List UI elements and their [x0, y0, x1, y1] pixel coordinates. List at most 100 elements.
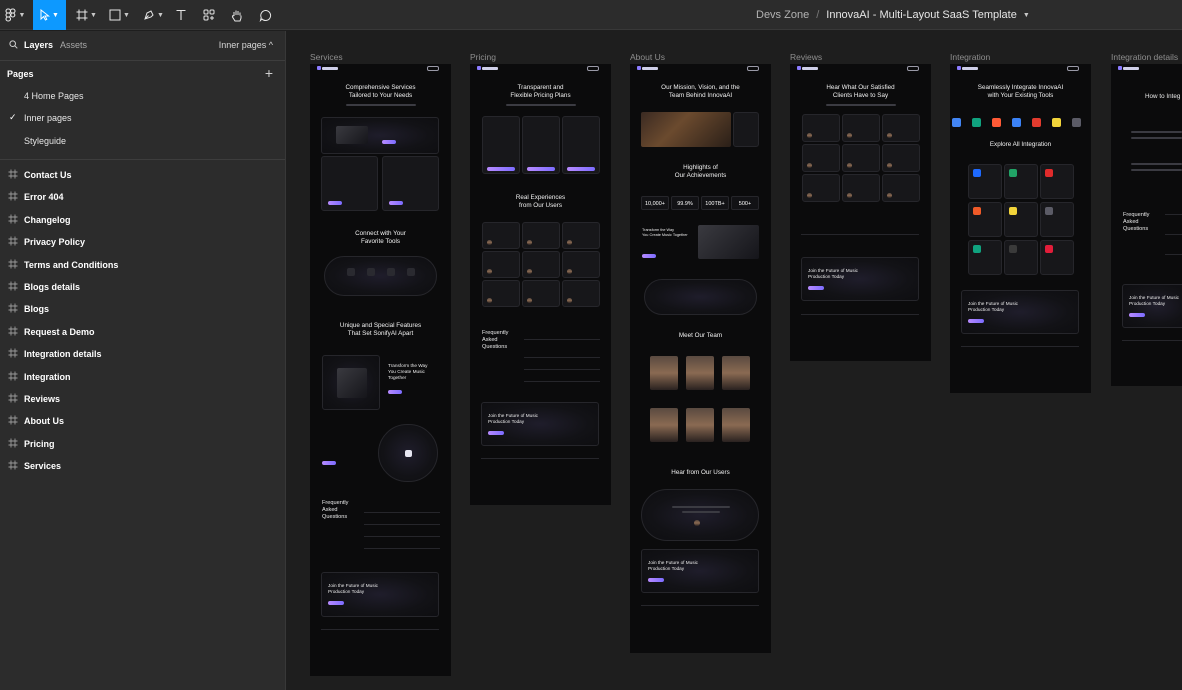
frame-icon	[8, 326, 18, 336]
frame-layer-label: About Us	[24, 416, 64, 427]
frame-icon	[76, 9, 88, 21]
page-item-styleguide[interactable]: Styleguide	[0, 131, 285, 151]
frame-layer-item[interactable]: Integration	[0, 367, 285, 387]
frame-nav	[630, 64, 771, 74]
tab-layers[interactable]: Layers	[24, 40, 53, 50]
file-name[interactable]: InnovaAI - Multi-Layout SaaS Template	[826, 9, 1017, 21]
frame-layer-item[interactable]: Services	[0, 456, 285, 476]
avatar	[567, 298, 572, 303]
frame-layer-item[interactable]: Changelog	[0, 210, 285, 230]
frame-label-reviews[interactable]: Reviews	[790, 52, 822, 62]
search-icon[interactable]	[9, 40, 18, 49]
about-cta-title: Join the Future of Music Production Toda…	[648, 560, 699, 571]
pages-heading: Pages	[7, 69, 34, 79]
frame-tool-button[interactable]: ▼	[73, 0, 100, 30]
frame-layer-item[interactable]: Privacy Policy	[0, 232, 285, 252]
pricing-cta-title: Join the Future of Music Production Toda…	[488, 413, 539, 424]
frame-layer-label: Terms and Conditions	[24, 259, 119, 270]
main-menu-button[interactable]: ▼	[0, 0, 30, 30]
hand-tool-button[interactable]	[228, 0, 246, 30]
shape-tool-button[interactable]: ▼	[106, 0, 133, 30]
faq-line	[364, 512, 440, 513]
divider	[0, 60, 285, 61]
stat-card: 10,000+	[641, 196, 669, 210]
pricing-button	[487, 167, 515, 171]
detail-line	[1131, 131, 1182, 133]
testimonial-card	[522, 251, 560, 278]
cta-card: Join the Future of Music Production Toda…	[801, 257, 919, 301]
page-item-inner-pages[interactable]: ✓ Inner pages	[0, 108, 285, 128]
frame-nav	[310, 64, 451, 74]
page-item-home-pages[interactable]: 4 Home Pages	[0, 86, 285, 106]
pen-tool-button[interactable]: ▼	[140, 0, 167, 30]
frame-layer-item[interactable]: Error 404	[0, 187, 285, 207]
comment-tool-button[interactable]	[256, 0, 274, 30]
frame-layer-item[interactable]: Integration details	[0, 344, 285, 364]
frame-label-integration-details[interactable]: Integration details	[1111, 52, 1178, 62]
frame-layer-item[interactable]: About Us	[0, 411, 285, 431]
design-canvas[interactable]: Services Pricing About Us Reviews Integr…	[286, 31, 1182, 690]
testimonial-card	[562, 222, 600, 249]
team-member-photo	[650, 408, 678, 442]
chevron-down-icon: ▼	[90, 11, 97, 19]
frame-label-services[interactable]: Services	[310, 52, 343, 62]
frame-label-integration[interactable]: Integration	[950, 52, 990, 62]
frame-layer-item[interactable]: Pricing	[0, 434, 285, 454]
frame-integration[interactable]: Seamlessly Integrate InnovaAI with Your …	[950, 64, 1091, 393]
add-page-icon[interactable]: +	[265, 65, 273, 81]
frame-about-us[interactable]: Our Mission, Vision, and the Team Behind…	[630, 64, 771, 653]
frame-services[interactable]: Comprehensive Services Tailored to Your …	[310, 64, 451, 676]
feature-card	[322, 355, 380, 410]
avatar	[887, 193, 892, 198]
chevron-down-icon[interactable]: ▼	[1023, 12, 1030, 19]
frame-label-pricing[interactable]: Pricing	[470, 52, 496, 62]
frame-layer-item[interactable]: Request a Demo	[0, 322, 285, 342]
frame-label-about-us[interactable]: About Us	[630, 52, 665, 62]
move-tool-button[interactable]: ▼	[33, 0, 66, 30]
tools-cloud	[324, 256, 437, 296]
components-button[interactable]	[200, 0, 218, 30]
frame-icon	[8, 191, 18, 201]
pricing-card	[562, 116, 600, 174]
frame-layer-label: Reviews	[24, 394, 61, 404]
integration-logo-icon	[952, 118, 961, 127]
frame-layer-item[interactable]: Blogs	[0, 299, 285, 319]
frame-layer-item[interactable]: Contact Us	[0, 165, 285, 185]
avatar	[487, 298, 492, 303]
frame-layer-item[interactable]: Reviews	[0, 389, 285, 409]
text-tool-button[interactable]	[172, 0, 190, 30]
chevron-down-icon: ▼	[18, 11, 26, 19]
hero-subtitle	[346, 104, 416, 106]
service-card	[382, 156, 439, 211]
pricing-card	[482, 116, 520, 174]
testimonial-card	[482, 222, 520, 249]
tab-assets[interactable]: Assets	[60, 40, 87, 50]
review-card	[802, 144, 840, 172]
team-member-photo	[722, 356, 750, 390]
stat-card: 500+	[731, 196, 759, 210]
integration-logo-icon	[992, 118, 1001, 127]
team-name[interactable]: Devs Zone	[756, 9, 809, 21]
frame-layer-item[interactable]: Blogs details	[0, 277, 285, 297]
chevron-down-icon: ▼	[157, 11, 164, 19]
chevron-down-icon: ▼	[52, 11, 59, 19]
frame-layer-label: Contact Us	[24, 170, 72, 180]
faq-line	[1165, 234, 1182, 235]
frame-icon	[8, 415, 18, 425]
frame-layer-label: Blogs	[24, 304, 50, 315]
panel-tabs: Layers Assets Inner pages ^	[0, 31, 285, 60]
avatar	[807, 163, 812, 168]
frame-pricing[interactable]: Transparent and Flexible Pricing Plans R…	[470, 64, 611, 505]
page-item-label: Styleguide	[24, 136, 67, 146]
service-button	[328, 201, 342, 205]
reviews-cta-title: Join the Future of Music Production Toda…	[808, 268, 859, 279]
review-card	[842, 114, 880, 142]
page-switcher[interactable]: Inner pages ^	[219, 40, 273, 50]
file-title[interactable]: Devs Zone / InnovaAI - Multi-Layout SaaS…	[756, 0, 1030, 30]
frame-layer-item[interactable]: Terms and Conditions	[0, 255, 285, 275]
frame-reviews[interactable]: Hear What Our Satisfied Clients Have to …	[790, 64, 931, 361]
about-music-photo	[698, 225, 759, 259]
frame-integration-details[interactable]: How to Integ Frequently Asked Questions …	[1111, 64, 1182, 386]
review-card	[882, 144, 920, 172]
integration-card	[1040, 240, 1074, 275]
